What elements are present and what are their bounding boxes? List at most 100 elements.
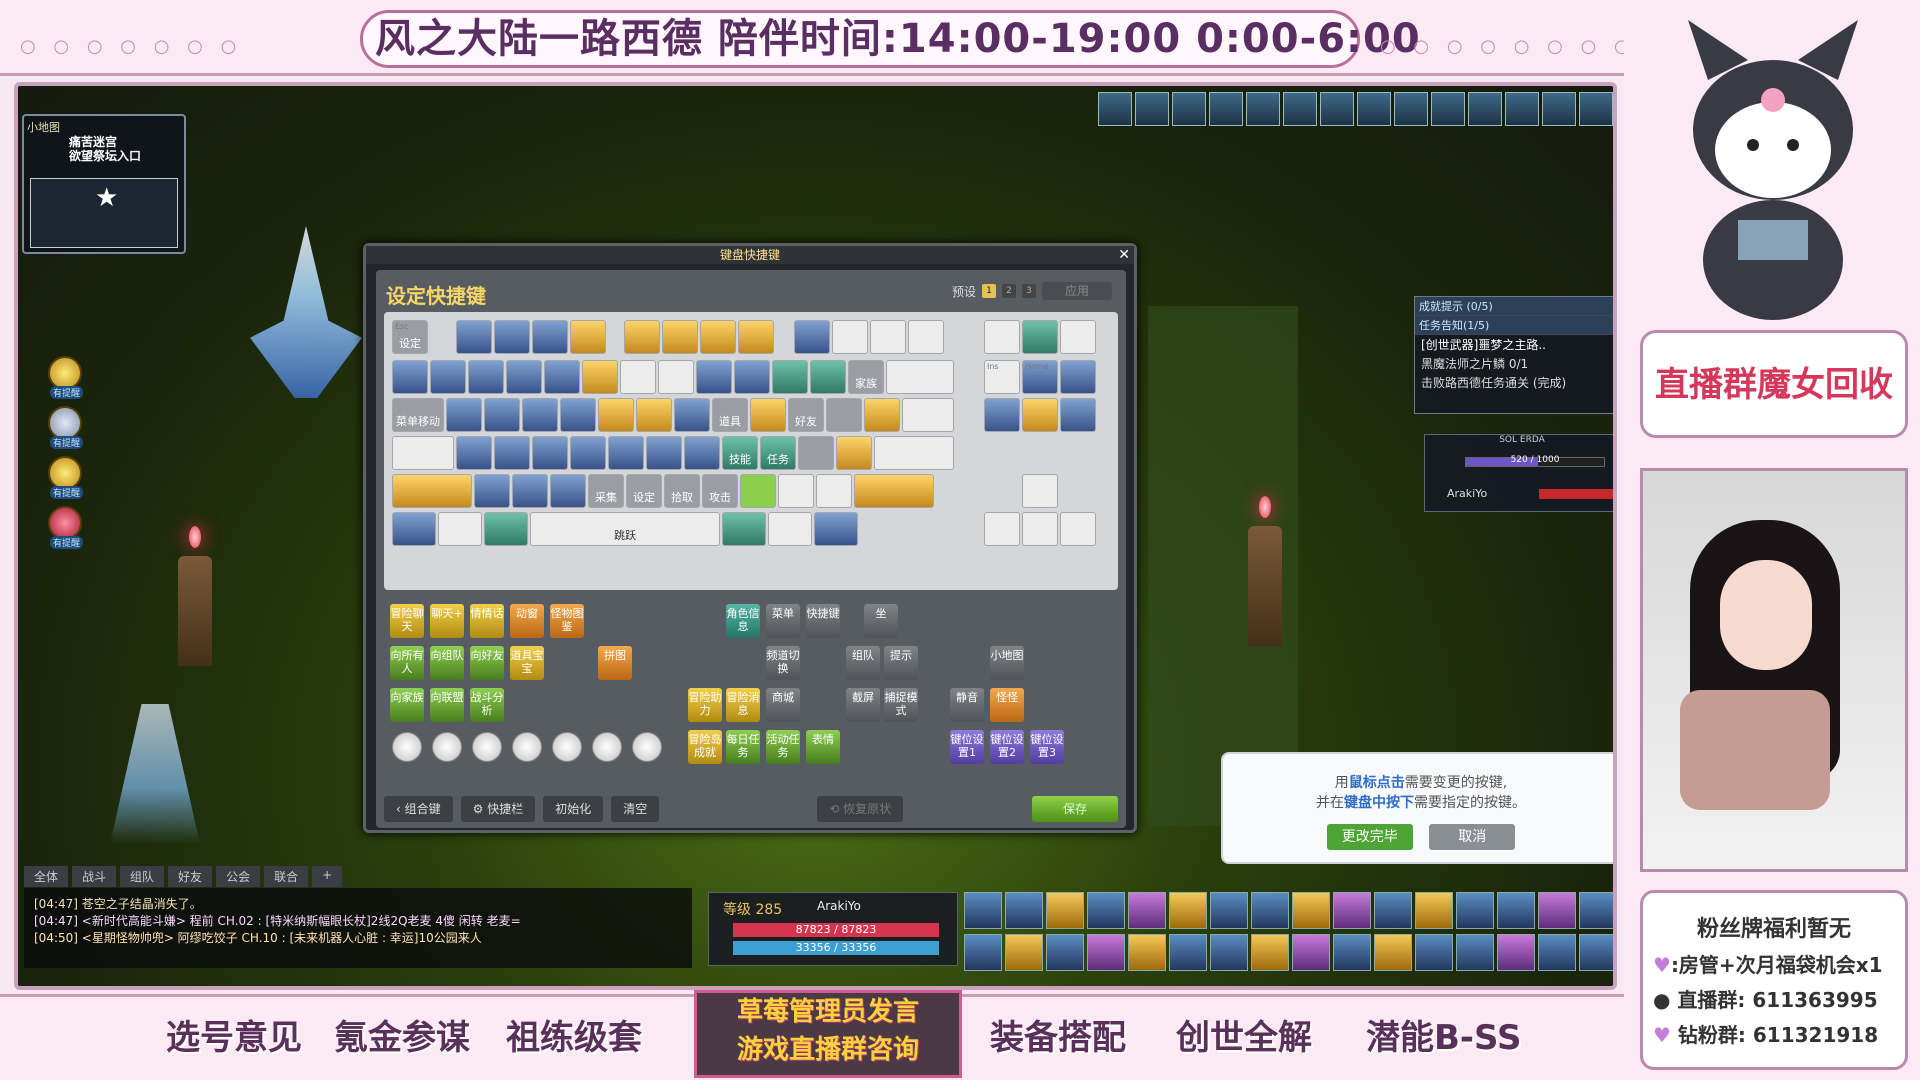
action-item[interactable]: 小地图 xyxy=(990,646,1024,680)
key-home[interactable]: Home xyxy=(1022,360,1058,394)
emote-icon[interactable] xyxy=(632,732,662,762)
skill-slot[interactable] xyxy=(1087,892,1125,929)
key-rwin[interactable] xyxy=(768,512,812,546)
chat-tab-friend[interactable]: 好友 xyxy=(168,866,213,887)
key-c[interactable] xyxy=(550,474,586,508)
cancel-button[interactable]: 取消 xyxy=(1429,824,1516,850)
key-quote[interactable] xyxy=(836,436,872,470)
action-item[interactable]: 表情 xyxy=(806,730,840,764)
key-v[interactable]: 采集 xyxy=(588,474,624,508)
star-alert-icon[interactable] xyxy=(48,456,82,490)
key-prtsc[interactable] xyxy=(984,320,1020,354)
skill-slot[interactable] xyxy=(1374,933,1412,971)
achievement-header[interactable]: 成就提示 (0/5) xyxy=(1415,297,1613,316)
skill-slot[interactable] xyxy=(1210,892,1248,929)
action-item[interactable]: 键位设置1 xyxy=(950,730,984,764)
game-viewport[interactable]: 小地图 痛苦迷宫 欲望祭坛入口 ★ 有提醒 有提醒 有提醒 有提醒 键盘快捷键 … xyxy=(14,82,1617,990)
key-f4[interactable] xyxy=(570,320,606,354)
key-left[interactable] xyxy=(984,512,1020,546)
key-r[interactable] xyxy=(560,398,596,432)
key-k[interactable]: 技能 xyxy=(722,436,758,470)
action-item[interactable]: 冒险岛成就 xyxy=(688,730,722,764)
minimap[interactable]: 小地图 痛苦迷宫 欲望祭坛入口 ★ xyxy=(22,114,186,254)
key-f[interactable] xyxy=(570,436,606,470)
key-s[interactable] xyxy=(494,436,530,470)
key-n[interactable]: 拾取 xyxy=(664,474,700,508)
action-item[interactable]: 向好友 xyxy=(470,646,504,680)
skill-slot[interactable] xyxy=(1456,892,1494,929)
key-y[interactable] xyxy=(636,398,672,432)
action-item[interactable]: 角色信息 xyxy=(726,604,760,638)
skill-slot[interactable] xyxy=(1251,892,1289,929)
skill-slot[interactable] xyxy=(1169,892,1207,929)
key-end[interactable] xyxy=(1022,398,1058,432)
emote-icon[interactable] xyxy=(472,732,502,762)
action-item[interactable]: 怪怪 xyxy=(990,688,1024,722)
skill-slot[interactable] xyxy=(1087,933,1125,971)
key-9[interactable] xyxy=(734,360,770,394)
key-z[interactable] xyxy=(474,474,510,508)
skill-slot[interactable] xyxy=(1333,892,1371,929)
key-e[interactable] xyxy=(522,398,558,432)
emote-icon[interactable] xyxy=(392,732,422,762)
key-2[interactable] xyxy=(468,360,504,394)
key-lwin[interactable] xyxy=(438,512,482,546)
action-item[interactable]: 怪物图鉴 xyxy=(550,604,584,638)
key-equal[interactable]: 家族 xyxy=(848,360,884,394)
reset-button[interactable]: 初始化 xyxy=(543,796,604,822)
action-item[interactable]: 战斗分析 xyxy=(470,688,504,722)
skill-slot[interactable] xyxy=(1169,933,1207,971)
key-f12[interactable] xyxy=(908,320,944,354)
action-item[interactable]: 活动任务 xyxy=(766,730,800,764)
key-backspace[interactable] xyxy=(886,360,954,394)
key-f5[interactable] xyxy=(624,320,660,354)
action-item[interactable]: 冒险消息 xyxy=(726,688,760,722)
key-pageup[interactable] xyxy=(1060,360,1096,394)
skill-slot[interactable] xyxy=(964,892,1002,929)
key-rshift[interactable] xyxy=(854,474,934,508)
key-w[interactable] xyxy=(484,398,520,432)
emote-icon[interactable] xyxy=(512,732,542,762)
skill-slot[interactable] xyxy=(1374,892,1412,929)
quest-header[interactable]: 任务告知(1/5) xyxy=(1415,316,1613,335)
restore-button[interactable]: ⟲ 恢复原状 xyxy=(817,796,904,822)
key-capslock[interactable] xyxy=(392,436,454,470)
key-rbracket[interactable] xyxy=(864,398,900,432)
key-slash[interactable] xyxy=(816,474,852,508)
preset-page-3[interactable]: 3 xyxy=(1022,284,1036,298)
key-right[interactable] xyxy=(1060,512,1096,546)
action-item[interactable]: 道具宝宝 xyxy=(510,646,544,680)
key-minus[interactable] xyxy=(810,360,846,394)
sol-erda-widget[interactable]: SOL ERDA 520 / 1000 ArakiYo xyxy=(1424,434,1613,512)
combo-key-button[interactable]: ‹ 组合键 xyxy=(384,796,453,822)
skill-slot[interactable] xyxy=(964,933,1002,971)
key-enter[interactable] xyxy=(874,436,954,470)
gift-icon[interactable] xyxy=(48,506,82,540)
action-item[interactable]: 聊天+ xyxy=(430,604,464,638)
key-semicolon[interactable] xyxy=(798,436,834,470)
chat-tab-all[interactable]: 全体 xyxy=(24,866,69,887)
key-u[interactable] xyxy=(674,398,710,432)
key-h[interactable] xyxy=(646,436,682,470)
key-lalt[interactable] xyxy=(484,512,528,546)
action-item[interactable]: 冒险聊天 xyxy=(390,604,424,638)
key-pause[interactable] xyxy=(1060,320,1096,354)
lightbulb-icon[interactable] xyxy=(48,406,82,440)
chat-tab-party[interactable]: 组队 xyxy=(120,866,165,887)
chat-tab-add[interactable]: + xyxy=(312,866,343,887)
key-lbracket[interactable] xyxy=(826,398,862,432)
skill-slot[interactable] xyxy=(1005,892,1043,929)
key-ralt[interactable] xyxy=(722,512,766,546)
key-lctrl[interactable] xyxy=(392,512,436,546)
action-item[interactable]: 冒险助力 xyxy=(688,688,722,722)
emote-icon[interactable] xyxy=(592,732,622,762)
key-0[interactable] xyxy=(772,360,808,394)
key-delete[interactable] xyxy=(984,398,1020,432)
key-scroll[interactable] xyxy=(1022,320,1058,354)
emote-icon[interactable] xyxy=(552,732,582,762)
clear-button[interactable]: 清空 xyxy=(611,796,660,822)
skill-slot[interactable] xyxy=(1333,933,1371,971)
key-b[interactable]: 设定 xyxy=(626,474,662,508)
key-f3[interactable] xyxy=(532,320,568,354)
key-comma[interactable] xyxy=(740,474,776,508)
